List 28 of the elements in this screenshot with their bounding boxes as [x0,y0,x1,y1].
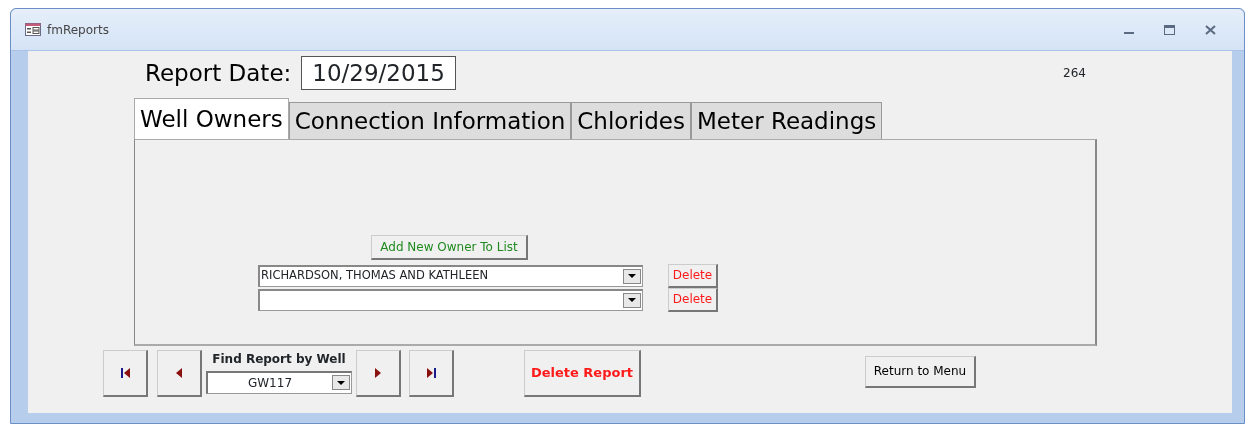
dropdown-icon [337,380,345,385]
record-number: 264 [1063,65,1086,82]
report-date-field[interactable]: 10/29/2015 [301,56,456,91]
dropdown-icon [628,298,636,302]
next-record-button[interactable] [356,349,401,397]
last-record-button[interactable] [409,349,454,397]
tab[interactable]: Meter Readings [691,101,883,139]
last-record-icon [426,367,436,378]
owner-combo-box[interactable]: RICHARDSON, THOMAS AND KATHLEEN [258,264,643,287]
dropdown-icon [628,274,636,278]
first-record-button[interactable] [103,349,148,397]
tab[interactable]: Chlorides [571,101,691,139]
previous-record-button[interactable] [157,349,202,397]
report-date-label: Report Date: [145,59,292,88]
add-owner-button[interactable]: Add New Owner To List [371,234,528,260]
tab[interactable]: Connection Information [288,101,572,139]
first-record-icon [120,367,130,378]
owner-combo-box[interactable] [258,288,643,311]
well-combo-box[interactable]: GW117 [206,370,352,394]
tab[interactable]: Well Owners [134,97,289,139]
return-to-menu-button[interactable]: Return to Menu [865,355,976,388]
maximize-icon[interactable] [1164,24,1175,35]
left-triangle-icon [176,367,182,378]
close-icon[interactable] [1205,24,1216,35]
window-title: fmReports [47,21,109,39]
right-triangle-icon [375,367,381,378]
find-report-label: Find Report by Well [211,350,347,368]
form-icon [25,23,41,36]
